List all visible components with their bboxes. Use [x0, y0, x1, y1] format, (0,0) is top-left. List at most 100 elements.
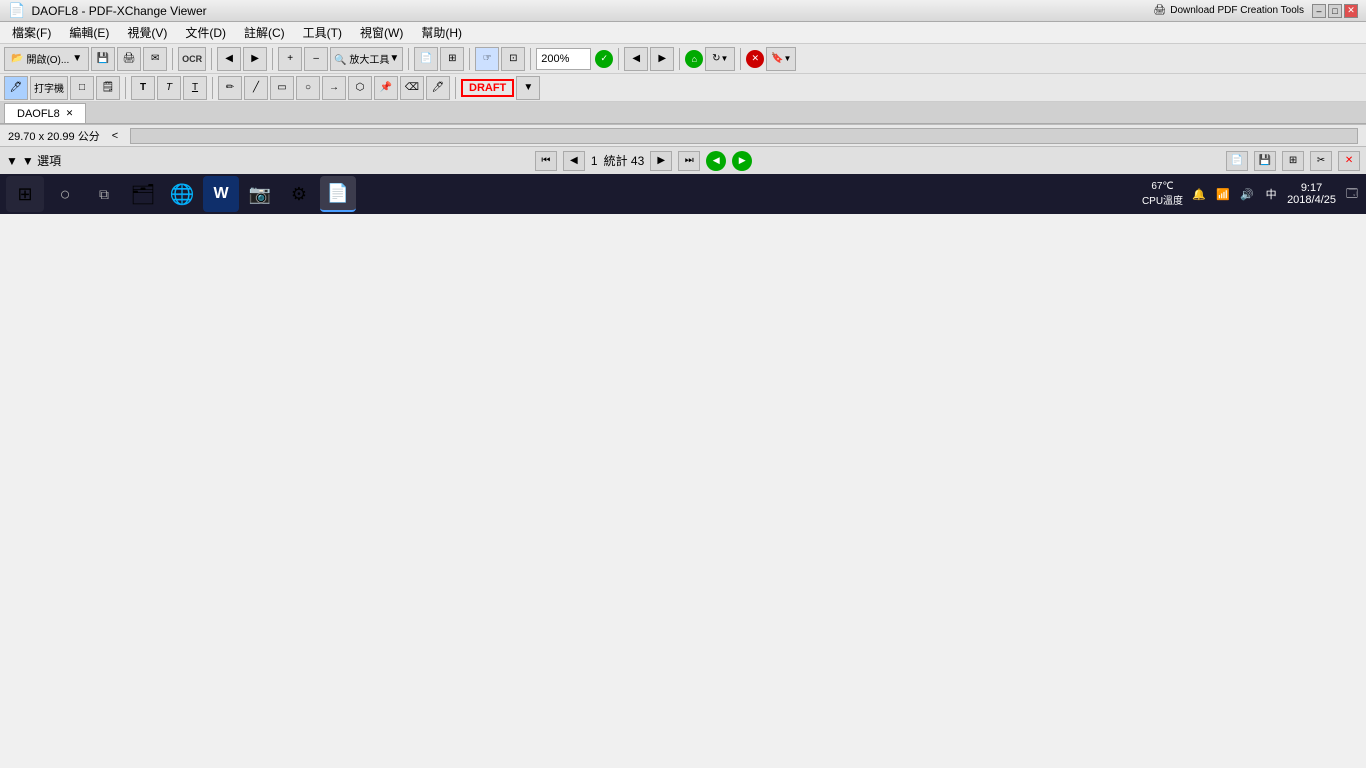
toolbar2: 🖊 打字機 □ 🗒 T T T ✏ ╱ ▭ ○ → ⬡ 📌 ⌫ 🖊 DRAFT …: [0, 74, 1366, 102]
save-button[interactable]: 💾: [91, 47, 115, 71]
word-icon: W: [213, 185, 228, 203]
zoom-input[interactable]: [536, 48, 591, 70]
menu-comment[interactable]: 註解(C): [236, 22, 293, 43]
nav-green-1[interactable]: ◀: [706, 151, 726, 171]
menu-window[interactable]: 視窗(W): [352, 22, 411, 43]
settings-icon: ⚙: [291, 184, 307, 205]
rect-btn[interactable]: ▭: [270, 76, 294, 100]
browser-button[interactable]: 🌐: [164, 176, 200, 212]
clock[interactable]: 9:17 2018/4/25: [1287, 182, 1336, 206]
back-button[interactable]: ◀: [217, 47, 241, 71]
network-button[interactable]: 📶: [1215, 186, 1231, 202]
text-italic[interactable]: T: [157, 76, 181, 100]
bookmark-btn[interactable]: 🔖▼: [766, 47, 796, 71]
page-tool-btn2[interactable]: ⊞: [440, 47, 464, 71]
open-button[interactable]: 📂 開啟(O)... ▼: [4, 47, 89, 71]
play-button[interactable]: ▶: [650, 151, 672, 171]
tab-daofl8[interactable]: DAOFL8 ✕: [4, 103, 86, 123]
camera-button[interactable]: 📷: [242, 176, 278, 212]
download-area[interactable]: 🖨 Download PDF Creation Tools: [1154, 5, 1304, 16]
draft-dropdown[interactable]: ▼: [516, 76, 540, 100]
menubar: 檔案(F) 編輯(E) 視覺(V) 文件(D) 註解(C) 工具(T) 視窗(W…: [0, 22, 1366, 44]
menu-file[interactable]: 檔案(F): [4, 22, 59, 43]
file-explorer-button[interactable]: 🗂: [125, 176, 161, 212]
text-select[interactable]: T: [131, 76, 155, 100]
polygon-btn[interactable]: ⬡: [348, 76, 372, 100]
annot-note[interactable]: 🗒: [96, 76, 120, 100]
underline-btn[interactable]: T: [183, 76, 207, 100]
close-button[interactable]: ✕: [1344, 4, 1358, 18]
volume-icon: 🔊: [1240, 188, 1254, 201]
sep5: [469, 48, 470, 70]
line-btn[interactable]: ╱: [244, 76, 268, 100]
stop-button[interactable]: ✕: [746, 50, 764, 68]
tab-close-button[interactable]: ✕: [66, 108, 74, 119]
open-dropdown-icon: ▼: [72, 53, 82, 64]
annot-box[interactable]: □: [70, 76, 94, 100]
nav-icon-5[interactable]: ✕: [1338, 151, 1360, 171]
circle-btn[interactable]: ○: [296, 76, 320, 100]
zoom-out-button[interactable]: –: [304, 47, 328, 71]
task-view-button[interactable]: ⧉: [86, 176, 122, 212]
nav-green-2[interactable]: ▶: [732, 151, 752, 171]
eraser-btn[interactable]: ⌫: [400, 76, 424, 100]
sep10: [125, 77, 126, 99]
search-icon: ○: [60, 184, 71, 205]
sep2: [211, 48, 212, 70]
menu-help[interactable]: 幫助(H): [413, 22, 470, 43]
tabbar: DAOFL8 ✕: [0, 102, 1366, 124]
email-button[interactable]: ✉: [143, 47, 167, 71]
notification-button[interactable]: 🔔: [1191, 186, 1207, 202]
zoom-tool-button[interactable]: 🔍 放大工具 ▼: [330, 47, 403, 71]
menu-view[interactable]: 視覺(V): [119, 22, 175, 43]
prev-page-button[interactable]: ◀: [563, 151, 585, 171]
pdf-viewer-button[interactable]: 📄: [320, 176, 356, 212]
titlebar-controls[interactable]: – □ ✕: [1312, 4, 1358, 18]
forward-button[interactable]: ▶: [243, 47, 267, 71]
volume-button[interactable]: 🔊: [1239, 186, 1255, 202]
go-home-button[interactable]: ⌂: [685, 50, 703, 68]
nav-prev-page-btn[interactable]: ◀: [624, 47, 648, 71]
minimize-button[interactable]: –: [1312, 4, 1326, 18]
nav-icon-2[interactable]: 💾: [1254, 151, 1276, 171]
sep9: [740, 48, 741, 70]
last-page-button[interactable]: ⏭: [678, 151, 700, 171]
nav-icon-4[interactable]: ✂: [1310, 151, 1332, 171]
first-page-button[interactable]: ⏮: [535, 151, 557, 171]
annot-select[interactable]: 🖊: [4, 76, 28, 100]
zoom-in-button[interactable]: +: [278, 47, 302, 71]
menu-edit[interactable]: 編輯(E): [61, 22, 117, 43]
pen-btn[interactable]: ✏: [218, 76, 242, 100]
menu-document[interactable]: 文件(D): [177, 22, 234, 43]
zoom-apply-button[interactable]: ✓: [595, 50, 613, 68]
titlebar-title: DAOFL8 - PDF-XChange Viewer: [31, 4, 206, 18]
nav-icon-3[interactable]: ⊞: [1282, 151, 1304, 171]
language-button[interactable]: 中: [1263, 186, 1279, 202]
notification-icon: 🔔: [1192, 188, 1206, 201]
print-button[interactable]: 🖨: [117, 47, 141, 71]
scrollbar-h[interactable]: [130, 128, 1358, 144]
selection-area[interactable]: ▼ ▼ 選項: [6, 152, 61, 169]
arrow-btn[interactable]: →: [322, 76, 346, 100]
ocr-button[interactable]: OCR: [178, 47, 206, 71]
stamp-btn[interactable]: 📌: [374, 76, 398, 100]
typewriter-btn[interactable]: 打字機: [30, 76, 68, 100]
action-center-button[interactable]: 🗔: [1344, 186, 1360, 202]
pan-tool-button[interactable]: ☞: [475, 47, 499, 71]
search-button[interactable]: ○: [47, 176, 83, 212]
maximize-button[interactable]: □: [1328, 4, 1342, 18]
nav-icon-1[interactable]: 📄: [1226, 151, 1248, 171]
page-tool-btn1[interactable]: 📄: [414, 47, 438, 71]
select-tool-button[interactable]: ⊡: [501, 47, 525, 71]
settings-button[interactable]: ⚙: [281, 176, 317, 212]
word-button[interactable]: W: [203, 176, 239, 212]
highlight-btn[interactable]: 🖊: [426, 76, 450, 100]
open-label: 開啟(O)...: [26, 51, 69, 66]
nav-next-page-btn[interactable]: ▶: [650, 47, 674, 71]
action-center-icon: 🗔: [1346, 185, 1358, 204]
menu-tools[interactable]: 工具(T): [295, 22, 350, 43]
start-button[interactable]: ⊞: [6, 176, 44, 212]
refresh-button[interactable]: ↻▼: [705, 47, 735, 71]
total-pages: 統計 43: [604, 152, 645, 169]
browser-icon: 🌐: [170, 182, 195, 207]
